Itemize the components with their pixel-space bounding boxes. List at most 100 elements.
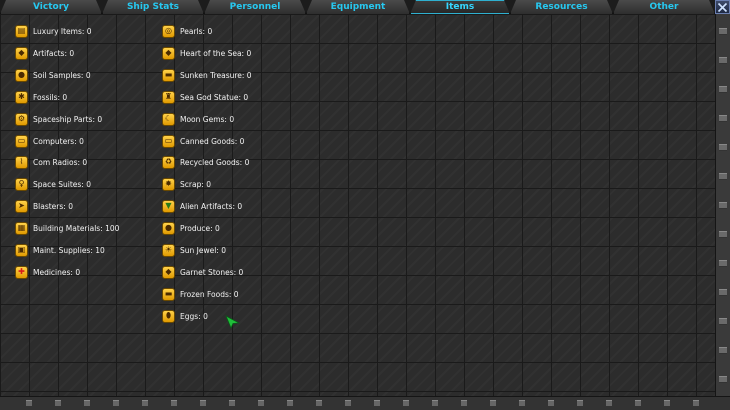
item-recycled-goods: ♻ Recycled Goods: 0 [162,155,249,169]
moon-gem-icon: ☾ [162,112,175,126]
item-maint-supplies: ▣ Maint. Supplies: 10 [15,243,105,257]
frame-notch [287,400,293,406]
garnet-icon: ◆ [162,265,175,279]
item-label: Alien Artifacts: 0 [180,201,243,211]
frame-notch [664,400,670,406]
item-blasters: ➤ Blasters: 0 [15,199,73,213]
pearl-icon: ◎ [162,24,175,38]
scrollbar-notch [719,28,727,35]
frame-notch [403,400,409,406]
sun-jewel-icon: ☀ [162,243,175,257]
item-label: Luxury Items: 0 [33,26,92,36]
scrollbar[interactable] [715,14,730,396]
frame-notch [374,400,380,406]
frame-notch [171,400,177,406]
scrollbar-notch [719,173,727,180]
scrollbar-notch [719,57,727,64]
space-suit-icon: ♀ [15,177,28,191]
item-luxury-items: ▤ Luxury Items: 0 [15,24,92,38]
item-eggs: ⬮ Eggs: 0 [162,309,208,323]
scrollbar-notch [719,289,727,296]
item-label: Sea God Statue: 0 [180,92,249,102]
item-label: Eggs: 0 [180,311,208,321]
ship-part-icon: ⚙ [15,112,28,126]
frame-notch [635,400,641,406]
recycle-icon: ♻ [162,155,175,169]
item-scrap: ✸ Scrap: 0 [162,177,211,191]
bottom-frame [0,396,730,410]
scrollbar-notch [719,86,727,93]
item-produce: ● Produce: 0 [162,221,220,235]
egg-icon: ⬮ [162,309,175,323]
item-alien-artifacts: ▼ Alien Artifacts: 0 [162,199,242,213]
tab-resources[interactable]: Resources [510,0,613,14]
building-materials-icon: ▦ [15,221,28,235]
frame-notch [577,400,583,406]
item-label: Space Suites: 0 [33,179,91,189]
item-label: Pearls: 0 [180,26,213,36]
item-space-suites: ♀ Space Suites: 0 [15,177,91,191]
item-label: Garnet Stones: 0 [180,267,244,277]
frame-notch [490,400,496,406]
frame-notch [84,400,90,406]
tab-other[interactable]: Other [613,0,715,14]
item-sun-jewel: ☀ Sun Jewel: 0 [162,243,226,257]
frame-notch [229,400,235,406]
item-com-radios: ⌇ Com Radios: 0 [15,155,87,169]
item-label: Building Materials: 100 [33,223,120,233]
tab-equipment[interactable]: Equipment [306,0,410,14]
item-label: Maint. Supplies: 10 [33,245,105,255]
frame-notch [519,400,525,406]
scrollbar-notch [719,260,727,267]
radio-icon: ⌇ [15,155,28,169]
medicine-icon: ✚ [15,265,28,279]
item-label: Spaceship Parts: 0 [33,114,103,124]
scrollbar-notch [719,144,727,151]
scrap-icon: ✸ [162,177,175,191]
item-label: Sun Jewel: 0 [180,245,226,255]
frame-notch [693,400,699,406]
alien-icon: ▼ [162,199,175,213]
tab-bar: Victory Ship Stats Personnel Equipment Items… [0,0,715,14]
scrollbar-notch [719,231,727,238]
tab-personnel[interactable]: Personnel [204,0,306,14]
supplies-icon: ▣ [15,243,28,257]
item-fossils: ✱ Fossils: 0 [15,90,67,104]
frame-notch [606,400,612,406]
item-artifacts: ◆ Artifacts: 0 [15,46,74,60]
item-moon-gems: ☾ Moon Gems: 0 [162,112,234,126]
item-label: Sunken Treasure: 0 [180,70,252,80]
close-button[interactable] [715,0,730,14]
frame-notch [113,400,119,406]
item-spaceship-parts: ⚙ Spaceship Parts: 0 [15,112,102,126]
frame-notch [26,400,32,406]
item-computers: ▭ Computers: 0 [15,134,84,148]
item-canned-goods: ▭ Canned Goods: 0 [162,134,244,148]
item-soil-samples: ● Soil Samples: 0 [15,68,91,82]
item-label: Canned Goods: 0 [180,136,245,146]
item-label: Moon Gems: 0 [180,114,235,124]
tab-victory[interactable]: Victory [0,0,102,14]
artifact-icon: ◆ [15,46,28,60]
blaster-icon: ➤ [15,199,28,213]
item-heart-of-the-sea: ◆ Heart of the Sea: 0 [162,46,251,60]
frame-notch [316,400,322,406]
item-label: Fossils: 0 [33,92,68,102]
item-medicines: ✚ Medicines: 0 [15,265,80,279]
soil-icon: ● [15,68,28,82]
tab-items[interactable]: Items [410,0,510,14]
item-sunken-treasure: ▬ Sunken Treasure: 0 [162,68,252,82]
item-label: Frozen Foods: 0 [180,289,239,299]
scrollbar-notch [719,347,727,354]
coin-stack-icon: ▤ [15,24,28,38]
produce-icon: ● [162,221,175,235]
tab-ship-stats[interactable]: Ship Stats [102,0,204,14]
item-frozen-foods: ▬ Frozen Foods: 0 [162,287,239,301]
scrollbar-notch [719,115,727,122]
item-label: Scrap: 0 [180,179,212,189]
heart-gem-icon: ◆ [162,46,175,60]
scrollbar-notch [719,318,727,325]
fossil-icon: ✱ [15,90,28,104]
frame-notch [432,400,438,406]
close-icon [717,2,728,12]
